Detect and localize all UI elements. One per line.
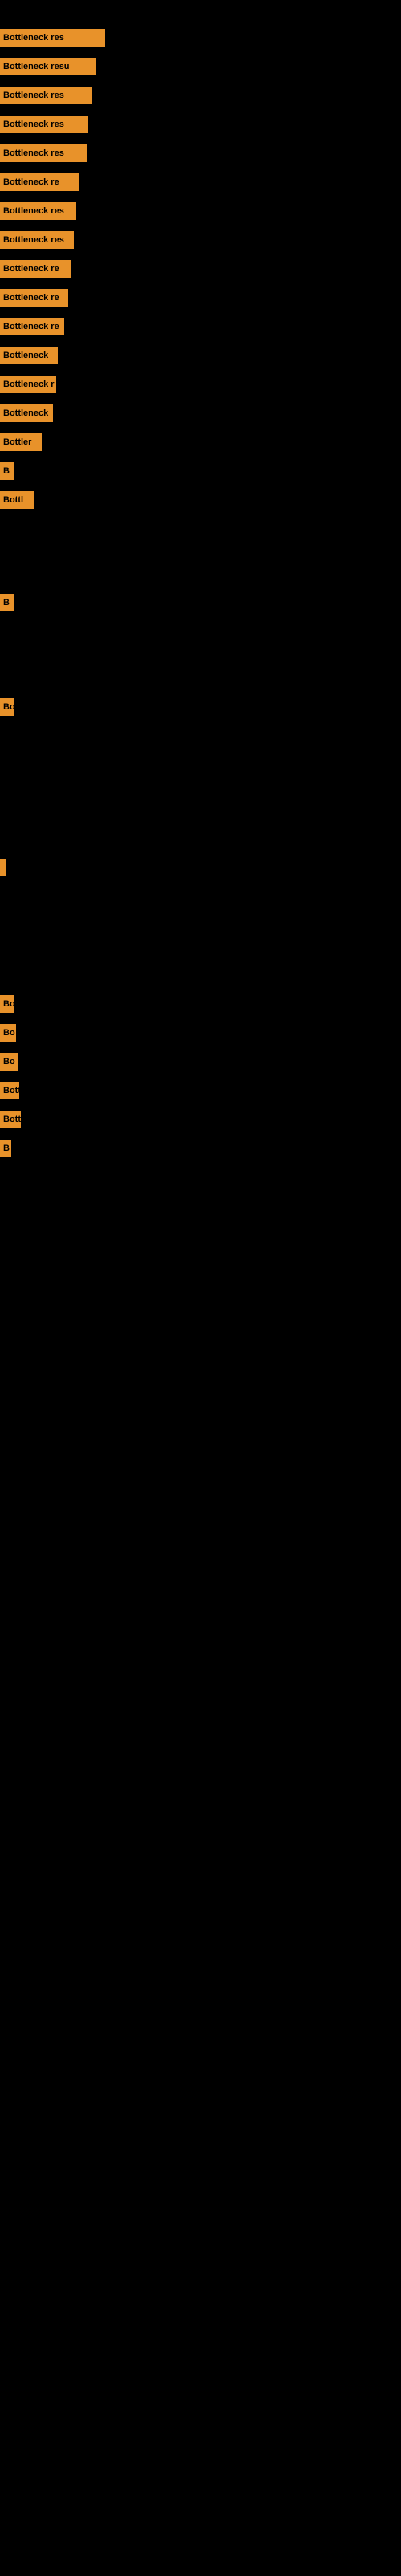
bar-row: Bo — [0, 995, 14, 1013]
bar-row: Bottleneck re — [0, 260, 71, 278]
bar-label: Bottleneck res — [0, 231, 74, 249]
bar-row: Bottleneck re — [0, 173, 79, 191]
bar-label: B — [0, 462, 14, 480]
bar-row: Bottler — [0, 433, 42, 451]
bar-label: Bottleneck res — [0, 144, 87, 162]
bar-row: B — [0, 462, 14, 480]
bar-row: Bottleneck r — [0, 376, 56, 393]
bar-label: Bottleneck re — [0, 318, 64, 335]
bar-label: Bottleneck re — [0, 260, 71, 278]
bar-row: Bo — [0, 1053, 18, 1071]
bar-row: Bottleneck res — [0, 231, 74, 249]
bar-label: Bottleneck res — [0, 116, 88, 133]
bar-row: Bottleneck resu — [0, 58, 96, 75]
bar-label: Bo — [0, 1053, 18, 1071]
bar-row: Bo — [0, 1024, 16, 1042]
bar-label: Bottleneck — [0, 347, 58, 364]
bar-row: Bottleneck — [0, 404, 53, 422]
bar-label: Bo — [0, 1024, 16, 1042]
bar-row: Bott — [0, 1082, 19, 1099]
bar-label: Bottl — [0, 491, 34, 509]
bar-label: Bo — [0, 995, 14, 1013]
bar-row: B — [0, 1140, 11, 1157]
bar-row: Bottl — [0, 491, 34, 509]
bar-row: Bott — [0, 1111, 21, 1128]
bar-label: Bottleneck r — [0, 376, 56, 393]
bar-label: Bottleneck res — [0, 202, 76, 220]
bar-row: Bottleneck res — [0, 144, 87, 162]
bar-label: Bottleneck res — [0, 29, 105, 47]
bar-label: Bottler — [0, 433, 42, 451]
bar-label: Bottleneck re — [0, 173, 79, 191]
bar-label: Bottleneck res — [0, 87, 92, 104]
bar-row: Bottleneck res — [0, 202, 76, 220]
bar-label: Bott — [0, 1111, 21, 1128]
bar-row: Bottleneck re — [0, 318, 64, 335]
bar-label: Bottleneck — [0, 404, 53, 422]
bar-label: Bott — [0, 1082, 19, 1099]
bar-label: B — [0, 1140, 11, 1157]
bar-row: Bottleneck res — [0, 87, 92, 104]
bar-row: Bottleneck res — [0, 29, 105, 47]
bar-row: Bottleneck res — [0, 116, 88, 133]
bar-row: Bottleneck re — [0, 289, 68, 307]
bar-label: Bottleneck re — [0, 289, 68, 307]
bar-label: Bottleneck resu — [0, 58, 96, 75]
site-title — [0, 0, 401, 8]
bar-row: Bottleneck — [0, 347, 58, 364]
